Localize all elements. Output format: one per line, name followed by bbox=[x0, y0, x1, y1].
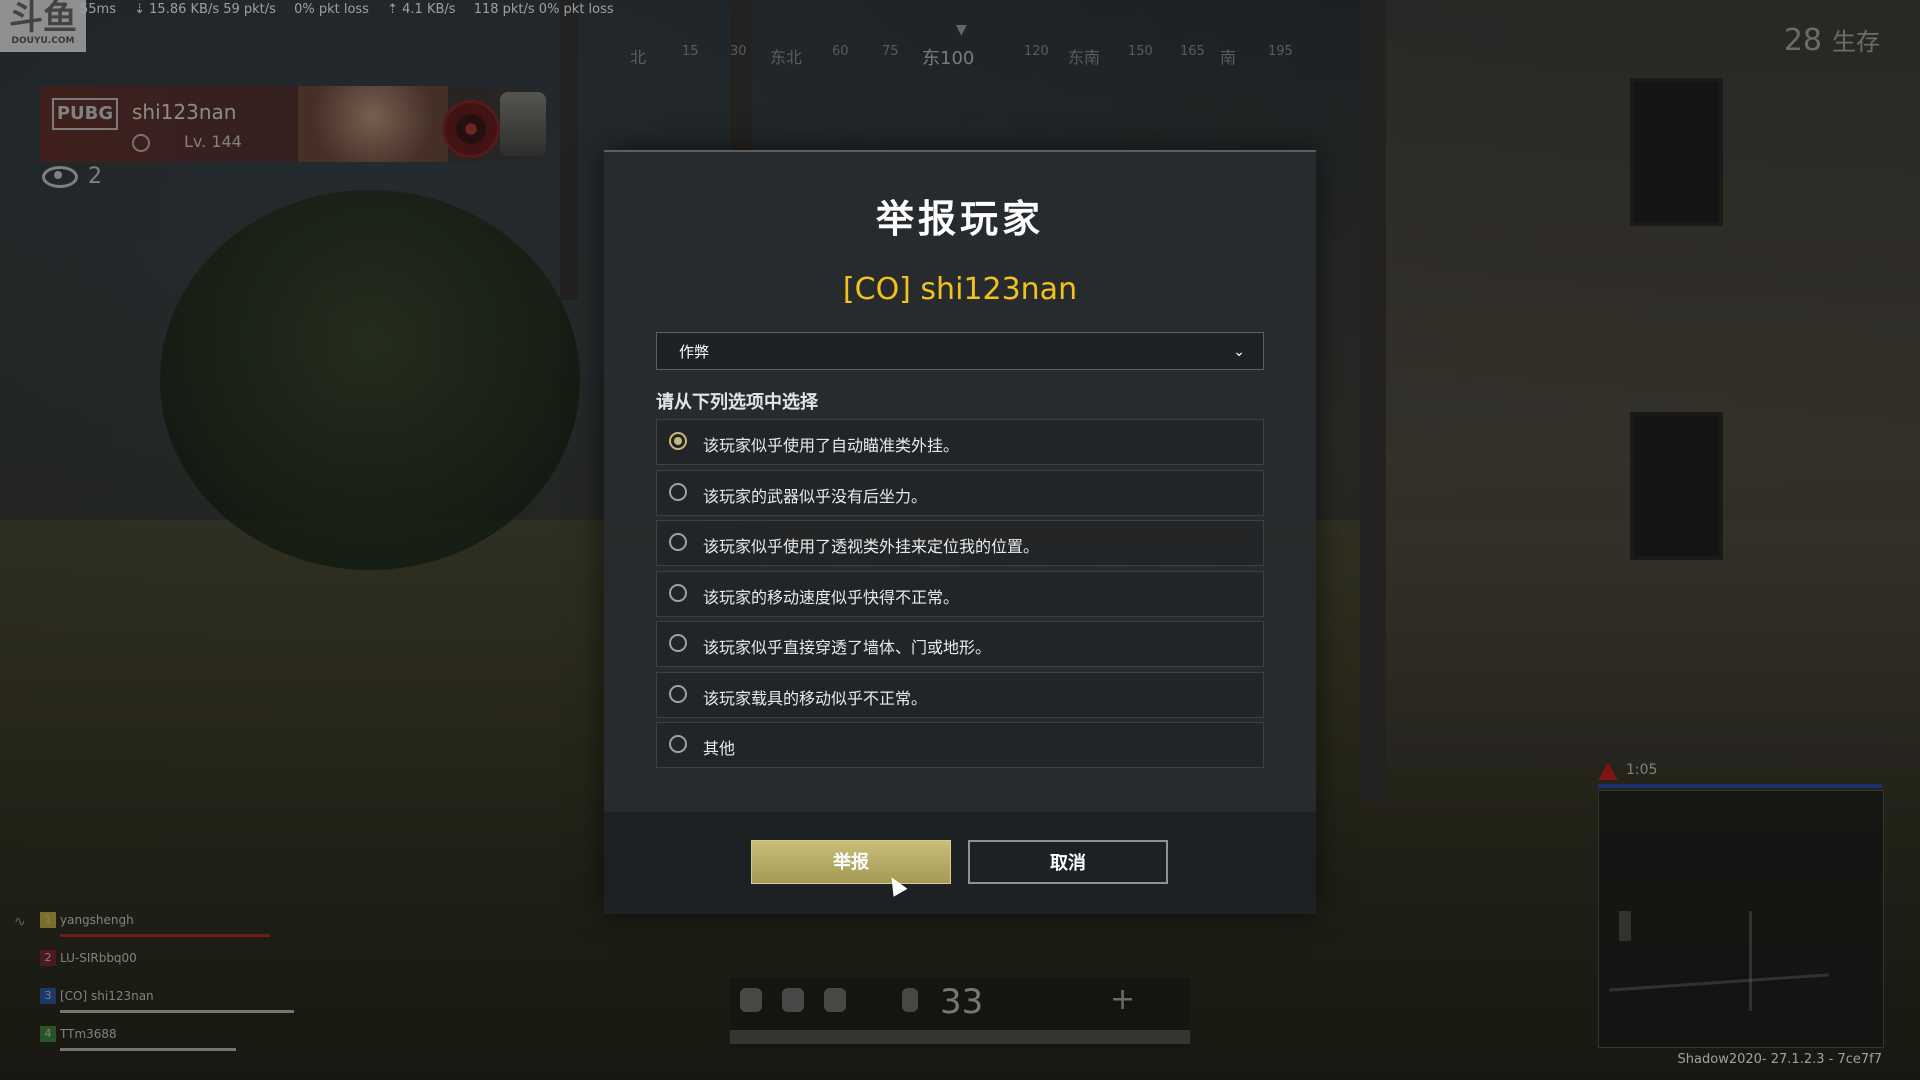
report-option[interactable]: 该玩家似乎使用了透视类外挂来定位我的位置。 bbox=[656, 520, 1264, 566]
option-label: 其他 bbox=[703, 739, 736, 758]
radio-button[interactable] bbox=[669, 432, 687, 450]
radio-button[interactable] bbox=[669, 634, 687, 652]
report-option[interactable]: 该玩家似乎使用了自动瞄准类外挂。 bbox=[656, 419, 1264, 465]
cancel-button[interactable]: 取消 bbox=[968, 840, 1168, 884]
option-label: 该玩家的移动速度似乎快得不正常。 bbox=[703, 587, 960, 607]
radio-button[interactable] bbox=[669, 482, 687, 501]
report-option[interactable]: 该玩家载具的移动似乎不正常。 bbox=[656, 671, 1264, 718]
radio-button[interactable] bbox=[669, 533, 687, 551]
option-label: 该玩家载具的移动似乎不正常。 bbox=[703, 688, 928, 708]
option-label: 该玩家似乎直接穿透了墙体、门或地形。 bbox=[703, 638, 992, 657]
options-prompt: 请从下列选项中选择 bbox=[656, 392, 818, 413]
radio-button[interactable] bbox=[669, 684, 687, 703]
report-option[interactable]: 该玩家似乎直接穿透了墙体、门或地形。 bbox=[656, 621, 1264, 667]
dialog-footer: 举报 取消 bbox=[604, 812, 1316, 914]
report-category-select[interactable]: 作弊 ⌄ bbox=[656, 332, 1264, 370]
report-option[interactable]: 其他 bbox=[656, 722, 1264, 768]
radio-button[interactable] bbox=[669, 583, 687, 602]
chevron-down-icon: ⌄ bbox=[1233, 344, 1245, 360]
report-player-dialog: 举报玩家 [CO] shi123nan 作弊 ⌄ 请从下列选项中选择 该玩家似乎… bbox=[604, 150, 1316, 914]
radio-button[interactable] bbox=[669, 735, 687, 753]
option-label: 该玩家的武器似乎没有后坐力。 bbox=[703, 486, 928, 506]
option-label: 该玩家似乎使用了自动瞄准类外挂。 bbox=[703, 436, 960, 455]
report-option[interactable]: 该玩家的武器似乎没有后坐力。 bbox=[656, 469, 1264, 516]
report-options: 该玩家似乎使用了自动瞄准类外挂。 该玩家的武器似乎没有后坐力。 该玩家似乎使用了… bbox=[656, 419, 1264, 773]
reported-player-name: [CO] shi123nan bbox=[842, 272, 1078, 307]
report-option[interactable]: 该玩家的移动速度似乎快得不正常。 bbox=[656, 570, 1264, 617]
dialog-title: 举报玩家 bbox=[875, 197, 1044, 241]
report-button[interactable]: 举报 bbox=[751, 840, 951, 884]
option-label: 该玩家似乎使用了透视类外挂来定位我的位置。 bbox=[703, 537, 1040, 556]
selected-category: 作弊 bbox=[679, 343, 710, 361]
